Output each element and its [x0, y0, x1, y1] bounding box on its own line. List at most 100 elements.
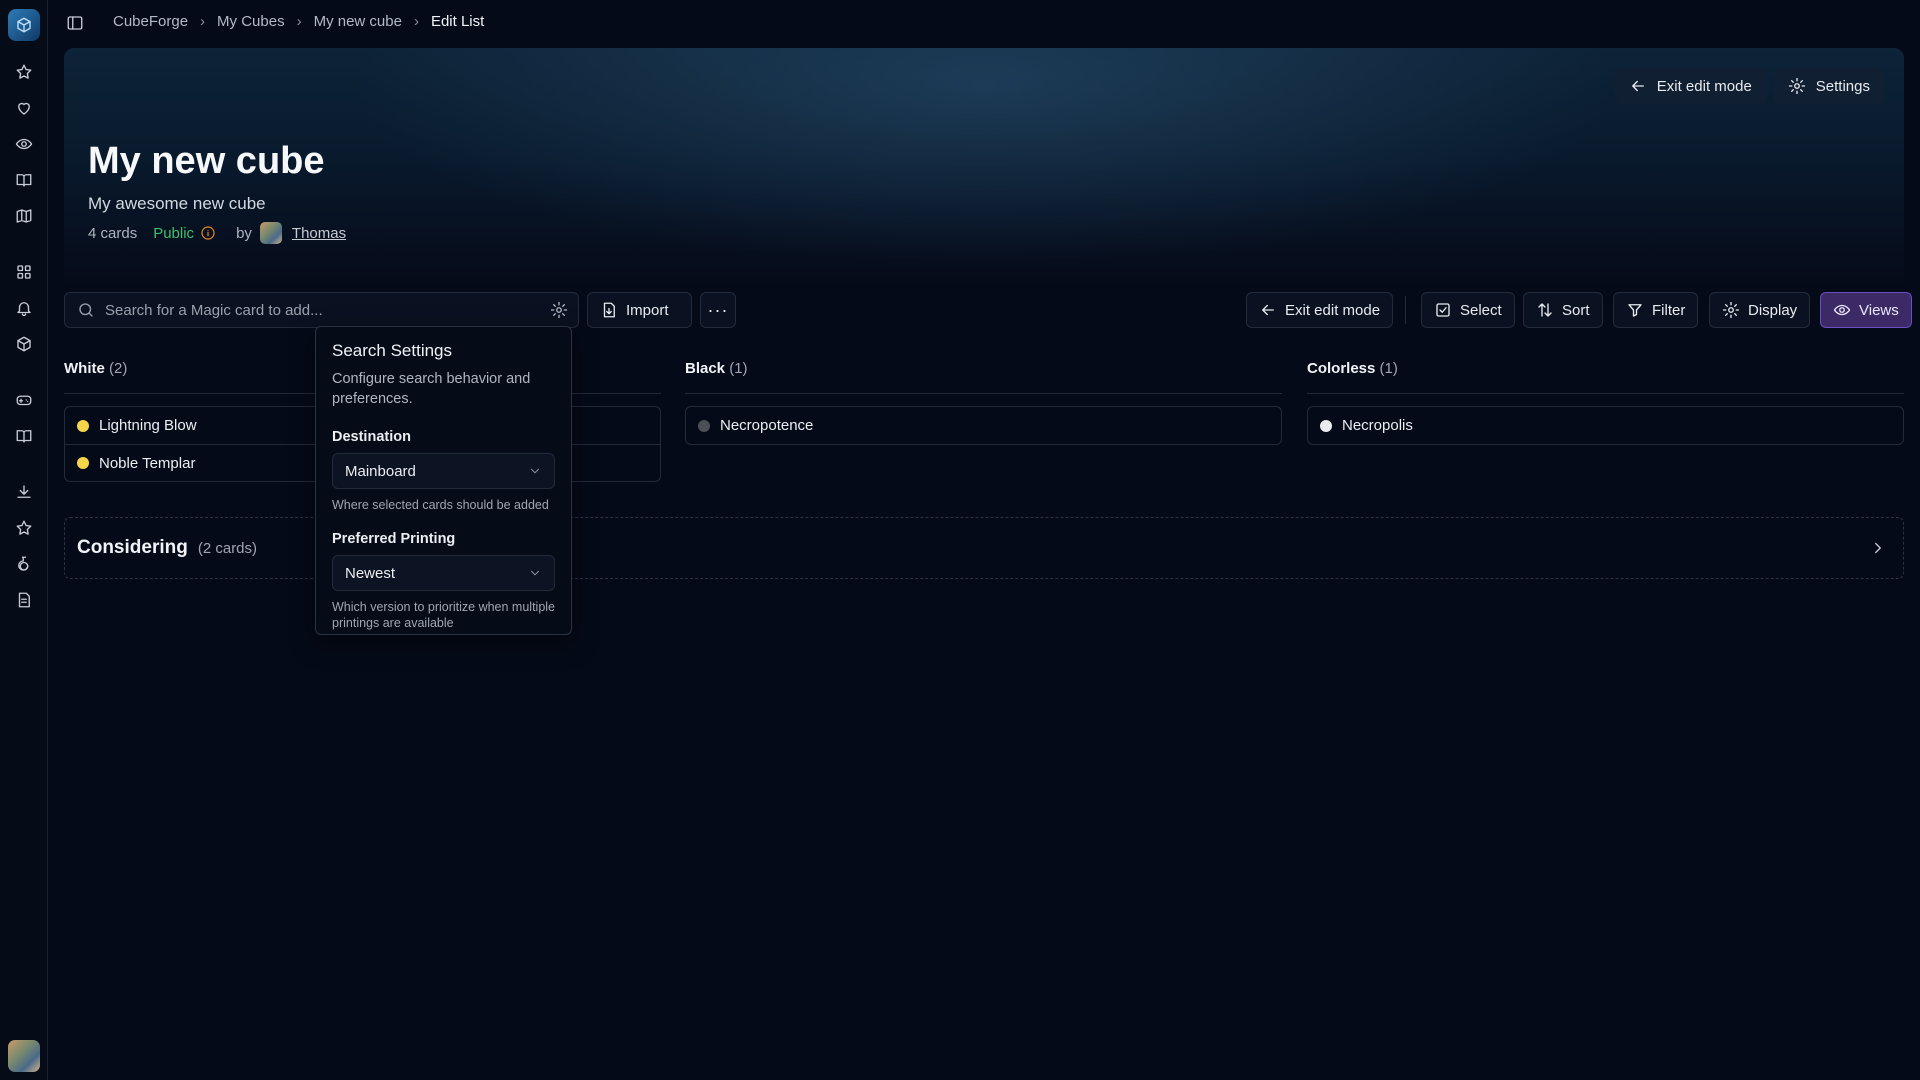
owner-link[interactable]: Thomas: [292, 225, 346, 242]
eye-icon[interactable]: [12, 132, 36, 156]
column-header: Black (1): [685, 360, 1282, 394]
card-name: Necropolis: [1342, 417, 1413, 434]
card-row[interactable]: Necropotence: [686, 407, 1281, 444]
flask-icon[interactable]: [12, 552, 36, 576]
heart-icon[interactable]: [12, 96, 36, 120]
card-name: Lightning Blow: [99, 417, 197, 434]
chevron-right-icon: ›: [200, 13, 206, 30]
settings-label: Settings: [1815, 77, 1870, 95]
file-import-icon: [603, 302, 615, 318]
user-avatar[interactable]: [8, 1040, 40, 1072]
favorite-star-icon[interactable]: [12, 516, 36, 540]
sort-button[interactable]: Sort: [1523, 292, 1603, 328]
card-row[interactable]: Necropolis: [1308, 407, 1903, 444]
app-logo[interactable]: [8, 9, 40, 41]
card-search-input[interactable]: [105, 301, 550, 319]
popover-description: Configure search behavior and preference…: [332, 371, 531, 407]
search-settings-gear-icon[interactable]: [550, 301, 568, 319]
card-name: Necropotence: [720, 417, 814, 434]
views-button[interactable]: Views: [1820, 292, 1912, 328]
eye-icon: [1833, 304, 1851, 316]
display-label: Display: [1748, 301, 1798, 319]
map-icon[interactable]: [12, 204, 36, 228]
grid-icon[interactable]: [12, 260, 36, 284]
document-icon[interactable]: [12, 588, 36, 612]
column-count: (2): [109, 360, 128, 377]
column-name: Colorless: [1307, 360, 1376, 377]
chevron-right-icon: ›: [296, 13, 302, 30]
book-icon[interactable]: [12, 168, 36, 192]
destination-label: Destination: [332, 429, 411, 445]
color-dot: [1320, 419, 1332, 432]
hero-actions: Exit edit mode Settings: [1614, 68, 1884, 104]
crumb-my-cubes[interactable]: My Cubes: [217, 13, 285, 30]
column-name: Black: [685, 360, 726, 377]
crumb-cube[interactable]: My new cube: [314, 13, 402, 30]
import-button[interactable]: Import: [587, 292, 692, 328]
crumb-cubeforge[interactable]: CubeForge: [113, 13, 188, 30]
breadcrumb: CubeForge › My Cubes › My new cube › Edi…: [113, 13, 484, 30]
owner-avatar: [259, 222, 282, 244]
sidebar: [0, 0, 48, 1080]
toggle-sidebar-icon[interactable]: [64, 12, 86, 34]
column-header: Colorless (1): [1307, 360, 1904, 394]
open-book-icon[interactable]: [12, 424, 36, 448]
package-icon[interactable]: [12, 332, 36, 356]
exit-edit-label: Exit edit mode: [1656, 77, 1752, 95]
exit-edit-mode-button[interactable]: Exit edit mode: [1614, 68, 1766, 104]
color-dot: [698, 419, 710, 432]
display-button[interactable]: Display: [1709, 292, 1811, 328]
card-search-box: [64, 292, 579, 328]
column-name: White: [64, 360, 105, 377]
color-dot: [77, 457, 89, 469]
arrow-left-icon: [1262, 304, 1274, 316]
bell-icon[interactable]: [12, 296, 36, 320]
printing-select[interactable]: Newest: [332, 555, 555, 591]
cube-description: My awesome new cube: [88, 194, 266, 213]
sort-label: Sort: [1562, 301, 1590, 319]
arrow-left-icon: [1631, 80, 1644, 92]
printing-value: Newest: [345, 564, 396, 582]
settings-button[interactable]: Settings: [1773, 68, 1884, 104]
destination-select[interactable]: Mainboard: [332, 453, 555, 489]
card-name: Noble Templar: [99, 454, 196, 472]
destination-value: Mainboard: [345, 462, 416, 480]
popover-title: Search Settings: [332, 341, 453, 360]
checkbox-icon: [1436, 303, 1450, 317]
views-label: Views: [1859, 301, 1899, 319]
toolbar-exit-edit-label: Exit edit mode: [1285, 301, 1381, 319]
by-label: by: [236, 224, 252, 242]
card-list: Necropotence: [685, 406, 1282, 445]
toolbar-exit-edit-mode-button[interactable]: Exit edit mode: [1246, 292, 1394, 328]
printing-help: Which version to prioritize when multipl…: [332, 600, 556, 630]
column-count: (1): [729, 360, 748, 377]
destination-help: Where selected cards should be added: [332, 498, 549, 512]
more-options-button[interactable]: ···: [700, 292, 736, 328]
printing-label: Preferred Printing: [332, 531, 456, 547]
chevron-right-icon: ›: [413, 13, 419, 30]
column-colorless: Colorless (1) Necropolis: [1307, 360, 1904, 445]
star-icon[interactable]: [12, 60, 36, 84]
column-black: Black (1) Necropotence: [685, 360, 1282, 445]
chevron-down-icon: [530, 570, 540, 576]
ellipsis-icon: ···: [707, 300, 729, 320]
crumb-current: Edit List: [430, 13, 485, 30]
search-settings-popover: Search Settings Configure search behavio…: [315, 326, 572, 635]
sort-arrows-icon: [1538, 303, 1552, 317]
download-icon[interactable]: [12, 480, 36, 504]
chevron-down-icon: [530, 468, 540, 474]
chevron-right-icon[interactable]: [1869, 539, 1887, 557]
gamepad-icon[interactable]: [12, 388, 36, 412]
color-dot: [77, 419, 89, 432]
column-count: (1): [1379, 360, 1398, 377]
considering-count: (2 cards): [197, 539, 258, 557]
visibility-status: Public: [153, 224, 195, 242]
info-icon[interactable]: [200, 225, 216, 241]
filter-button[interactable]: Filter: [1613, 292, 1699, 328]
select-button[interactable]: Select: [1421, 292, 1515, 328]
filter-label: Filter: [1652, 301, 1686, 319]
filter-icon: [1628, 304, 1642, 317]
toolbar-divider: [1405, 296, 1406, 324]
considering-title: Considering: [77, 537, 188, 558]
cube-meta: 4 cards Public by Thomas: [88, 222, 346, 244]
